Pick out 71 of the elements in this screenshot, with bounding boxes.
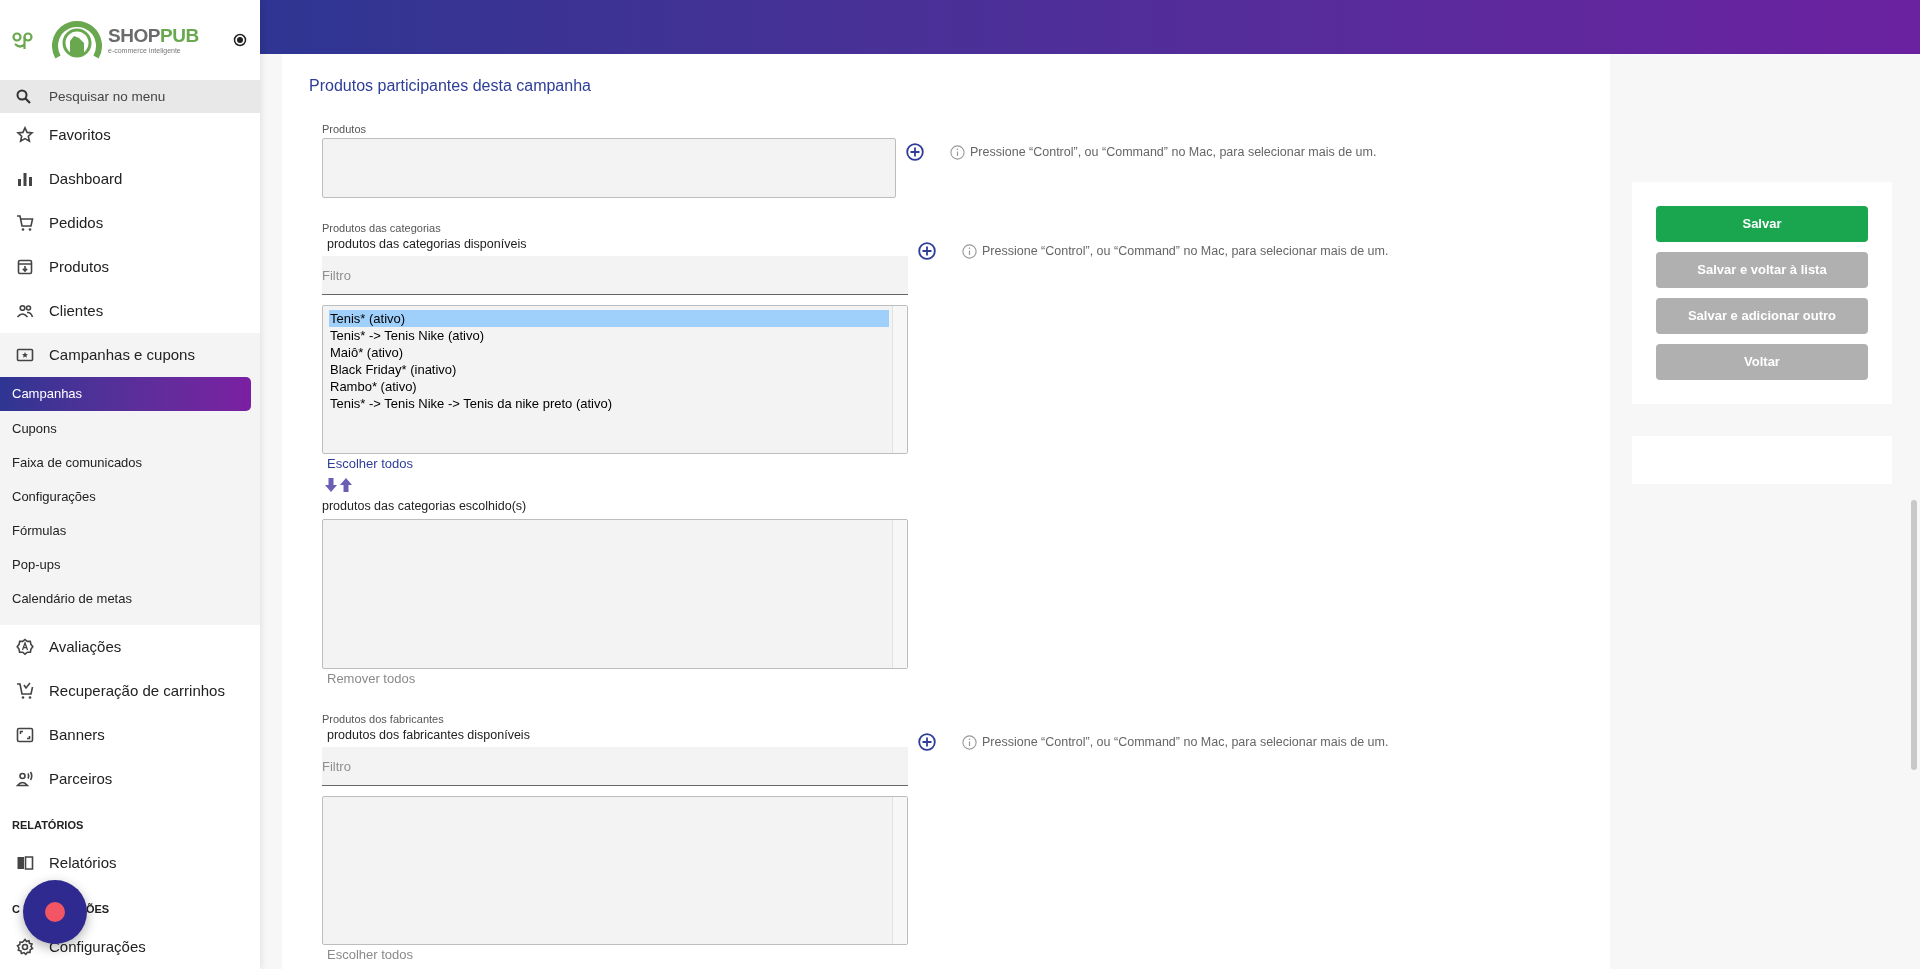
- list-option[interactable]: Maiô* (ativo): [329, 344, 889, 361]
- star-icon: [16, 126, 34, 144]
- menu-item[interactable]: Banners: [49, 723, 105, 747]
- archive-icon: [16, 258, 34, 276]
- hint-text: Pressione “Control”, ou “Command” no Mac, para selecionar mais de um.: [970, 143, 1377, 161]
- people-icon: [16, 302, 34, 320]
- settings-icon: [16, 938, 34, 956]
- submenu-item[interactable]: Campanhas: [0, 377, 251, 411]
- submenu-item[interactable]: Configurações: [0, 480, 260, 514]
- add-circle-icon[interactable]: [918, 242, 936, 260]
- cart-icon: [16, 214, 34, 232]
- ticket-icon: [16, 346, 34, 364]
- menu-item[interactable]: Produtos: [49, 255, 110, 279]
- menu-item[interactable]: Favoritos: [49, 123, 111, 147]
- info-icon: [950, 144, 965, 160]
- menu-item[interactable]: Relatórios: [49, 851, 117, 875]
- info-icon: [962, 734, 977, 750]
- field-label: Produtos dos fabricantes: [322, 712, 445, 726]
- submenu-item[interactable]: Calendário de metas: [0, 582, 260, 616]
- list-box[interactable]: Tenis* (ativo) Tenis* -> Tenis Nike (ativo) Maiô* (ativo) Black Friday* (inativo) Rambo* (ativo) Tenis* -> Tenis Nike -> Tenis da nike preto (ativo): [322, 305, 908, 454]
- hint-text: Pressione “Control”, ou “Command” no Mac, para selecionar mais de um.: [982, 733, 1389, 751]
- filter-field[interactable]: Filtro: [322, 256, 908, 295]
- field-label: Produtos das categorias: [322, 221, 442, 235]
- brand-mark-icon: [12, 29, 34, 51]
- move-arrows-icon[interactable]: [325, 478, 352, 492]
- choose-link: Remover todos: [326, 670, 417, 688]
- list-option[interactable]: Tenis* (ativo): [329, 310, 889, 327]
- image-frame-icon: [16, 726, 34, 744]
- multi-select-field[interactable]: [322, 138, 896, 198]
- list-title: produtos das categorias escolhido(s): [322, 498, 528, 514]
- submenu-item[interactable]: Faixa de comunicados: [0, 446, 260, 480]
- info-icon: [962, 243, 977, 259]
- list-title: produtos das categorias disponíveis: [326, 236, 528, 252]
- section-title: Produtos participantes desta campanha: [309, 76, 592, 96]
- list-option[interactable]: Black Friday* (inativo): [329, 361, 889, 378]
- field-label: Produtos: [322, 122, 368, 136]
- list-option[interactable]: Rambo* (ativo): [329, 378, 889, 395]
- hint-text: Pressione “Control”, ou “Command” no Mac, para selecionar mais de um.: [982, 242, 1389, 260]
- scrollbar-thumb[interactable]: [1911, 500, 1917, 770]
- filter-field[interactable]: Filtro: [322, 747, 908, 786]
- radio-icon[interactable]: [232, 33, 247, 47]
- submenu-item[interactable]: Pop-ups: [0, 548, 260, 582]
- search-icon: [16, 89, 31, 104]
- add-circle-icon[interactable]: [906, 143, 924, 161]
- bar-chart-icon: [16, 170, 34, 188]
- list-option[interactable]: Tenis* -> Tenis Nike -> Tenis da nike preto (ativo): [329, 395, 889, 412]
- search-field[interactable]: Pesquisar no menu: [0, 80, 260, 113]
- menu-item[interactable]: Dashboard: [49, 167, 123, 191]
- menu-item[interactable]: Recuperação de carrinhos: [49, 679, 225, 703]
- cart-icon: [16, 682, 34, 700]
- menu-item[interactable]: Avaliações: [49, 635, 122, 659]
- submenu-item[interactable]: Cupons: [0, 412, 260, 446]
- section-label: RELATÓRIOS: [12, 817, 84, 833]
- menu-item[interactable]: Configurações: [49, 935, 146, 959]
- list-title: produtos dos fabricantes disponíveis: [326, 727, 531, 743]
- menu-item[interactable]: Clientes: [49, 299, 104, 323]
- menu-item[interactable]: Pedidos: [49, 211, 104, 235]
- badge-icon: [16, 638, 34, 656]
- menu-item[interactable]: Parceiros: [49, 767, 113, 791]
- menu-item[interactable]: Campanhas e cupons: [49, 343, 195, 367]
- section-label: ÕES: [85, 901, 110, 917]
- add-circle-icon[interactable]: [918, 733, 936, 751]
- list-option[interactable]: Tenis* -> Tenis Nike (ativo): [329, 327, 889, 344]
- choose-link[interactable]: Escolher todos: [322, 455, 908, 473]
- person-signal-icon: [16, 770, 34, 788]
- submenu-item[interactable]: Fórmulas: [0, 514, 260, 548]
- book-icon: [16, 854, 34, 872]
- brand-name: SHOPPUB: [108, 25, 199, 46]
- choose-link: Escolher todos: [326, 946, 414, 964]
- section-label: C: [12, 901, 20, 917]
- record-dot-icon: [45, 902, 65, 922]
